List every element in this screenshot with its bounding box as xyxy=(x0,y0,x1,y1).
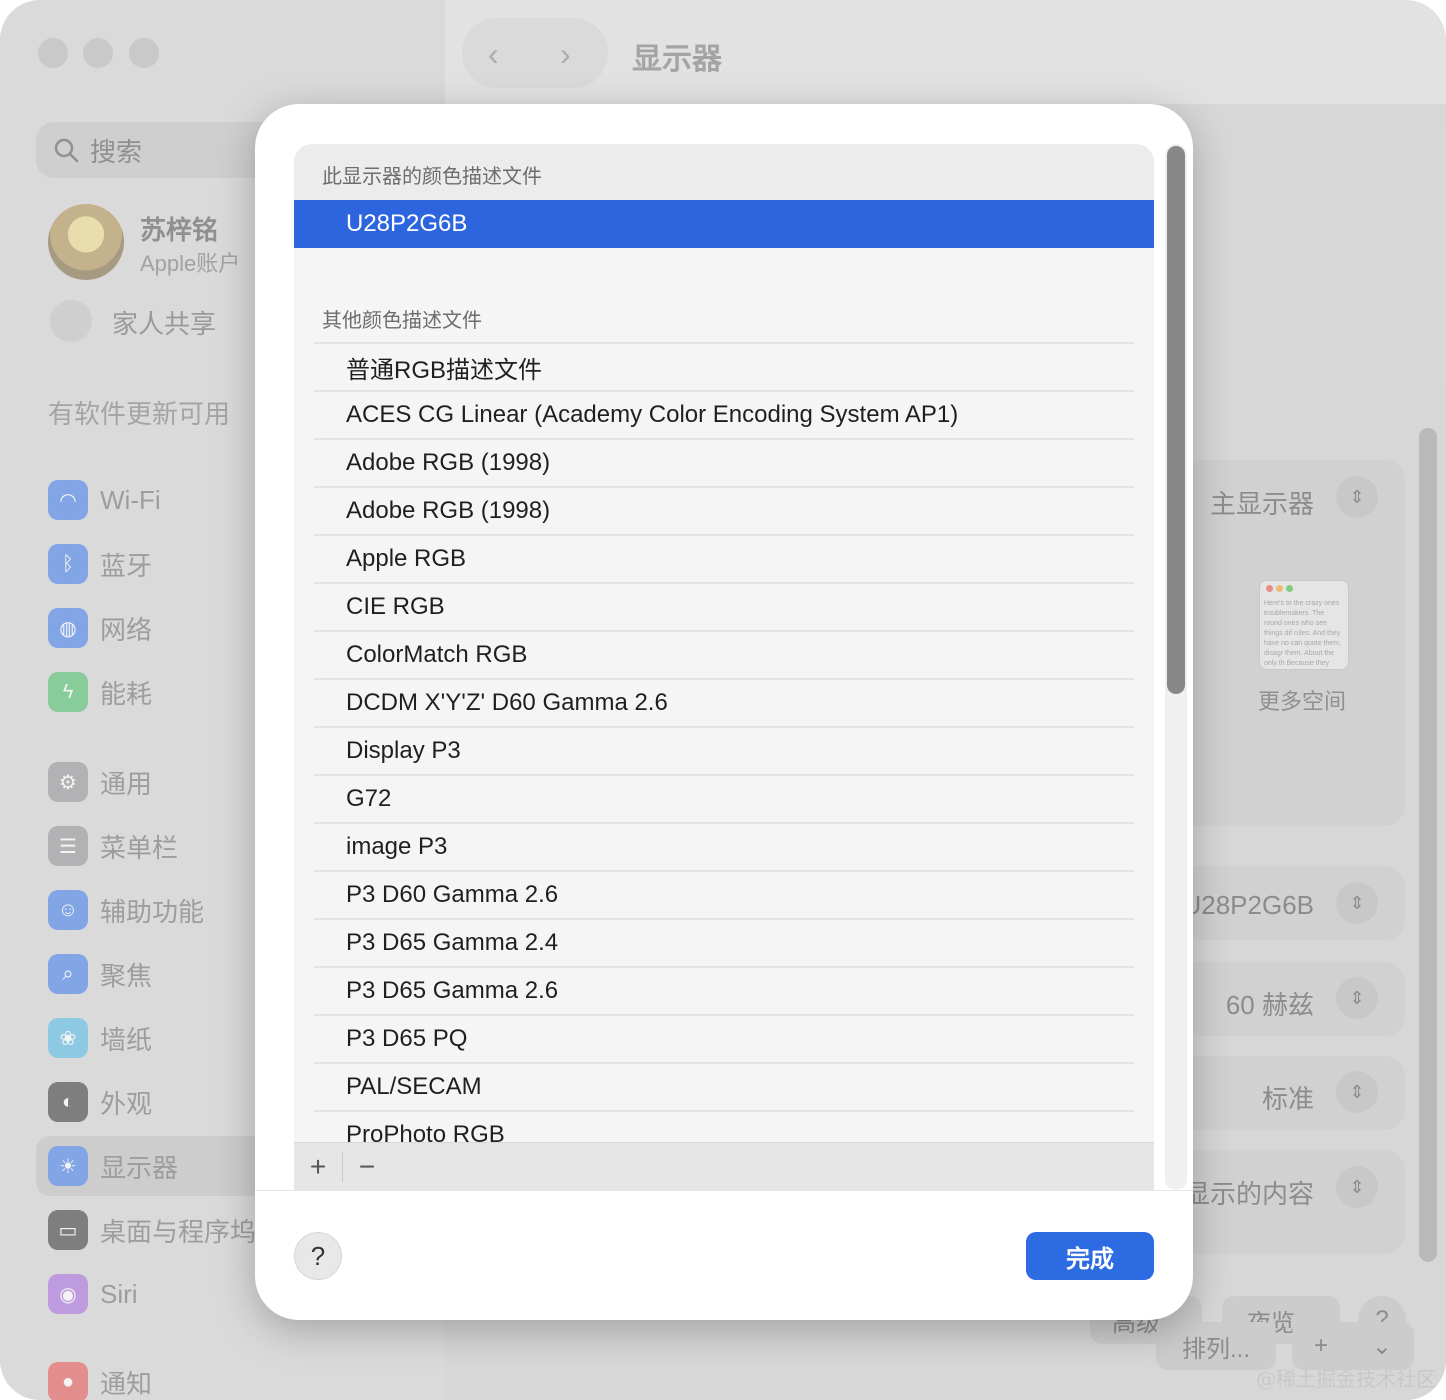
sheet-divider xyxy=(255,1190,1193,1191)
profile-row-label: Adobe RGB (1998) xyxy=(346,449,551,476)
profile-row[interactable]: P3 D65 Gamma 2.4 xyxy=(314,918,1134,966)
list-footer-toolbar: + − xyxy=(294,1142,1154,1190)
profile-row-label: P3 D65 PQ xyxy=(346,1025,468,1052)
profile-row[interactable]: P3 D65 Gamma 2.6 xyxy=(314,966,1134,1014)
add-profile-button[interactable]: + xyxy=(294,1143,342,1191)
profile-row-label: 普通RGB描述文件 xyxy=(346,356,543,384)
remove-profile-button[interactable]: − xyxy=(343,1143,391,1191)
other-profiles-section-header: 其他颜色描述文件 xyxy=(322,310,482,332)
profile-row-label: P3 D65 Gamma 2.4 xyxy=(346,929,559,956)
profile-row-label: ACES CG Linear (Academy Color Encoding S… xyxy=(346,401,959,428)
profile-row-label: image P3 xyxy=(346,833,448,860)
profile-row[interactable]: Adobe RGB (1998) xyxy=(314,438,1134,486)
profile-row-label: PAL/SECAM xyxy=(346,1073,482,1100)
profile-row-label: DCDM X'Y'Z' D60 Gamma 2.6 xyxy=(346,689,668,716)
help-button[interactable]: ? xyxy=(294,1232,342,1280)
profile-row[interactable]: PAL/SECAM xyxy=(314,1062,1134,1110)
profile-row-label: Adobe RGB (1998) xyxy=(346,497,551,524)
profile-row[interactable]: Display P3 xyxy=(314,726,1134,774)
color-profile-sheet: 此显示器的颜色描述文件 U28P2G6B 其他颜色描述文件 普通RGB描述文件 A… xyxy=(255,104,1193,1320)
profile-row-label: Display P3 xyxy=(346,737,461,764)
profile-row-label: P3 D60 Gamma 2.6 xyxy=(346,881,559,908)
profile-row[interactable]: 普通RGB描述文件 xyxy=(314,342,1134,390)
other-profiles-list: 普通RGB描述文件 ACES CG Linear (Academy Color E… xyxy=(314,342,1134,1158)
profile-row[interactable]: DCDM X'Y'Z' D60 Gamma 2.6 xyxy=(314,678,1134,726)
profile-row[interactable]: Apple RGB xyxy=(314,534,1134,582)
profile-row[interactable]: G72 xyxy=(314,774,1134,822)
profile-row-label: G72 xyxy=(346,785,392,812)
profile-row[interactable]: ACES CG Linear (Academy Color Encoding S… xyxy=(314,390,1134,438)
watermark: @稀土掘金技术社区 xyxy=(1256,1367,1436,1391)
selected-profile-row[interactable]: U28P2G6B xyxy=(294,200,1154,248)
profile-row[interactable]: CIE RGB xyxy=(314,582,1134,630)
current-profile-section-header: 此显示器的颜色描述文件 xyxy=(322,166,542,188)
profile-row[interactable]: Adobe RGB (1998) xyxy=(314,486,1134,534)
profile-row-label: P3 D65 Gamma 2.6 xyxy=(346,977,559,1004)
selected-profile-label: U28P2G6B xyxy=(346,210,468,237)
profile-row[interactable]: ColorMatch RGB xyxy=(314,630,1134,678)
profile-row-label: ColorMatch RGB xyxy=(346,641,528,668)
done-button[interactable]: 完成 xyxy=(1026,1232,1154,1280)
profile-row[interactable]: P3 D65 PQ xyxy=(314,1014,1134,1062)
profile-row-label: CIE RGB xyxy=(346,593,445,620)
color-profile-list[interactable]: 此显示器的颜色描述文件 U28P2G6B 其他颜色描述文件 普通RGB描述文件 A… xyxy=(294,144,1154,1190)
sheet-scrollbar-thumb[interactable] xyxy=(1167,146,1185,694)
profile-row[interactable]: P3 D60 Gamma 2.6 xyxy=(314,870,1134,918)
profile-row[interactable]: image P3 xyxy=(314,822,1134,870)
profile-row-label: Apple RGB xyxy=(346,545,467,572)
